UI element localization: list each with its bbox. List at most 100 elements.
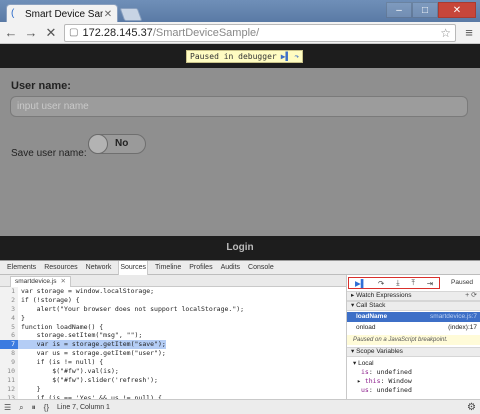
add-watch-icon[interactable]: +	[465, 292, 469, 299]
devtools-status-bar: ☰ ⌕ ⏸ {} Line 7, Column 1 ⚙	[0, 399, 480, 414]
code-line[interactable]: 9 if (is != null) {	[0, 358, 346, 368]
tab-title: Smart Device Sample	[25, 8, 103, 20]
line-number[interactable]: 7	[0, 340, 18, 350]
scope-var-key: is	[361, 368, 369, 376]
call-stack-frame[interactable]: onload (index):17	[347, 323, 480, 333]
deactivate-breakpoints-icon[interactable]: ⇥	[427, 279, 433, 288]
code-text: var us = storage.getItem("user");	[21, 349, 166, 358]
scope-variable-row[interactable]: us: undefined	[347, 386, 480, 395]
code-line[interactable]: 6 storage.setItem("msg", "");	[0, 331, 346, 341]
new-tab-button[interactable]	[119, 8, 143, 21]
code-line[interactable]: 8 var us = storage.getItem("user");	[0, 349, 346, 359]
scope-variables-header[interactable]: ▾ Scope Variables	[347, 347, 480, 357]
page-info-icon[interactable]: ▢	[69, 27, 78, 38]
scope-var-key: this	[364, 377, 381, 385]
scope-local-group[interactable]: ▾ Local	[347, 359, 480, 368]
search-icon[interactable]: ⌕	[19, 403, 23, 413]
toggle-knob[interactable]	[88, 134, 108, 154]
tab-console[interactable]: Console	[247, 261, 275, 275]
overlay-resume-icon[interactable]: ▶▌	[281, 52, 291, 61]
forward-arrow-icon[interactable]: →	[24, 25, 38, 40]
line-number[interactable]: 5	[0, 322, 18, 332]
code-text: $("#fw").slider('refresh');	[21, 375, 158, 384]
code-text: alert("Your browser does not support loc…	[21, 304, 245, 313]
close-file-icon[interactable]: ✕	[61, 278, 66, 285]
line-number[interactable]: 1	[0, 287, 18, 296]
watch-expressions-header[interactable]: ▸ Watch Expressions + ⟳	[347, 291, 480, 301]
user-name-label: User name:	[11, 80, 71, 92]
devtools-tab-bar: Elements Resources Network Sources Timel…	[0, 260, 480, 275]
step-out-icon[interactable]: ⤒	[411, 278, 414, 288]
step-into-icon[interactable]: ⤓	[396, 278, 399, 288]
code-text: if (!storage) {	[21, 295, 80, 304]
code-text: storage.setItem("msg", "");	[21, 331, 143, 340]
user-name-input[interactable]: input user name	[10, 96, 468, 117]
line-number[interactable]: 2	[0, 295, 18, 305]
tab-audits[interactable]: Audits	[220, 261, 241, 275]
line-number[interactable]: 6	[0, 331, 18, 341]
code-line[interactable]: 4}	[0, 313, 346, 323]
tab-sources[interactable]: Sources	[118, 260, 149, 275]
code-line[interactable]: 2 if (!storage) {	[0, 295, 346, 305]
line-number[interactable]: 4	[0, 313, 18, 323]
line-number[interactable]: 8	[0, 349, 18, 359]
call-stack-frame[interactable]: loadName smartdevice.js:7	[347, 312, 480, 322]
refresh-watch-icon[interactable]: ⟳	[471, 292, 477, 299]
minimize-button[interactable]: –	[386, 2, 412, 18]
frame-function: loadName	[356, 313, 388, 320]
stop-icon[interactable]: ✕	[44, 25, 58, 40]
gear-icon[interactable]: ⚙	[467, 402, 476, 413]
code-text: function loadName() {	[21, 322, 104, 331]
scope-local-label: Local	[358, 360, 374, 367]
code-line[interactable]: 11 $("#fw").slider('refresh');	[0, 375, 346, 385]
line-number[interactable]: 12	[0, 384, 18, 394]
source-code-editor[interactable]: 1 var storage = window.localStorage; 2 if (…	[0, 287, 346, 399]
scope-variable-row[interactable]: ▸ this: Window	[347, 377, 480, 386]
tab-resources[interactable]: Resources	[43, 261, 78, 275]
toggle-navigator-icon[interactable]: ☰	[4, 403, 11, 412]
step-over-icon[interactable]: ↷	[378, 279, 384, 288]
overlay-step-over-icon[interactable]: ↷	[294, 52, 299, 61]
chrome-menu-icon[interactable]: ≡	[462, 25, 476, 40]
code-line[interactable]: 12 }	[0, 384, 346, 394]
frame-location: (index):17	[448, 324, 477, 331]
tab-timeline[interactable]: Timeline	[154, 261, 182, 275]
line-number[interactable]: 10	[0, 367, 18, 376]
maximize-button[interactable]: □	[412, 2, 438, 18]
call-stack-header[interactable]: ▾ Call Stack	[347, 301, 480, 311]
url-path: /SmartDeviceSample/	[152, 26, 260, 39]
tab-profiles[interactable]: Profiles	[188, 261, 213, 275]
code-line[interactable]: 3 alert("Your browser does not support l…	[0, 304, 346, 314]
scope-variable-row[interactable]: is: undefined	[347, 368, 480, 377]
close-window-button[interactable]: ✕	[438, 2, 476, 18]
frame-location: smartdevice.js:7	[430, 313, 477, 320]
line-number[interactable]: 3	[0, 304, 18, 314]
page-viewport: Paused in debugger ▶▌ ↷ User name: input…	[0, 44, 480, 260]
scope-var-key: us	[361, 386, 369, 394]
devtools-panel: Elements Resources Network Sources Timel…	[0, 260, 480, 414]
code-line[interactable]: 7 var is = storage.getItem("save");	[0, 340, 346, 350]
code-line[interactable]: 1 var storage = window.localStorage;	[0, 287, 346, 296]
code-text: var is = storage.getItem("save");	[18, 340, 166, 350]
pause-on-exceptions-icon[interactable]: ⏸	[32, 403, 36, 413]
code-line[interactable]: 10 $("#fw").val(is);	[0, 367, 346, 376]
browser-tab[interactable]: ( Smart Device Sample ✕	[6, 4, 118, 23]
tab-network[interactable]: Network	[85, 261, 113, 275]
line-number[interactable]: 11	[0, 375, 18, 385]
login-button[interactable]: Login	[0, 236, 480, 260]
close-tab-icon[interactable]: ✕	[103, 9, 113, 20]
source-file-tab[interactable]: smartdevice.js ✕	[10, 276, 71, 287]
resume-icon[interactable]: ▶▌	[355, 279, 366, 288]
tab-elements[interactable]: Elements	[6, 261, 37, 275]
line-number[interactable]: 9	[0, 358, 18, 368]
paused-reason-message: Paused on a JavaScript breakpoint.	[347, 335, 480, 345]
bookmark-star-icon[interactable]: ☆	[440, 26, 451, 40]
code-line[interactable]: 5 function loadName() {	[0, 322, 346, 332]
pretty-print-icon[interactable]: {}	[44, 403, 49, 412]
save-user-name-toggle[interactable]: No	[88, 134, 146, 154]
frame-function: onload	[356, 324, 376, 331]
back-arrow-icon[interactable]: ←	[4, 25, 18, 40]
source-file-name: smartdevice.js	[15, 278, 57, 285]
address-bar[interactable]: ▢ 172.28.145.37/SmartDeviceSample/ ☆	[64, 23, 456, 42]
debugger-overlay-text: Paused in debugger	[190, 52, 277, 61]
